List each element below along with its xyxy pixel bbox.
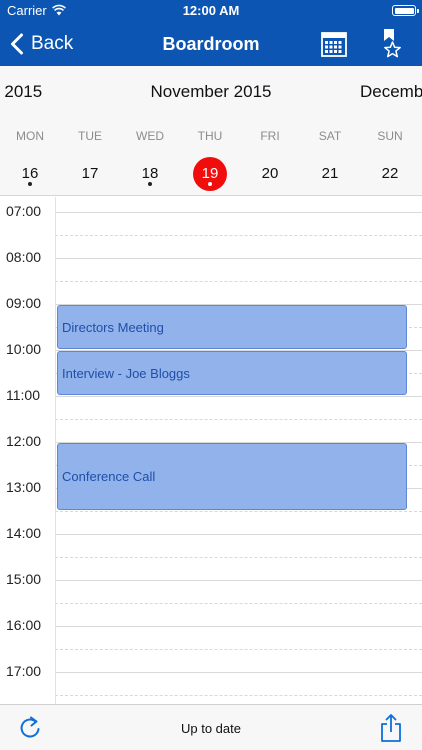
weekday-label: WED (136, 129, 164, 143)
calendar-icon[interactable] (320, 30, 348, 58)
hour-gridline (55, 396, 422, 397)
day-cell[interactable]: 21 (300, 157, 360, 193)
hour-gridline (55, 534, 422, 535)
day-timeline[interactable]: 07:00 08:00 09:00 10:00 11:00 12:00 13:00 14:00… (0, 197, 422, 704)
chevron-left-icon (11, 33, 23, 55)
event-title: Conference Call (62, 469, 156, 484)
hour-label: 12:00 (6, 433, 42, 449)
timeline-divider (55, 197, 56, 704)
current-month-label: November 2015 (0, 82, 422, 102)
navigation-bar: Back Boardroom (0, 22, 422, 66)
refresh-icon[interactable] (18, 715, 42, 741)
half-hour-gridline (55, 281, 422, 282)
hour-label: 07:00 (6, 203, 42, 219)
hour-gridline (55, 626, 422, 627)
hour-label: 15:00 (6, 571, 42, 587)
half-hour-gridline (55, 649, 422, 650)
hour-label: 09:00 (6, 295, 42, 311)
weekday-label: THU (197, 129, 223, 143)
weekday-label: SUN (377, 129, 403, 143)
day-number: 21 (321, 165, 339, 182)
hour-gridline (55, 672, 422, 673)
half-hour-gridline (55, 235, 422, 236)
half-hour-gridline (55, 603, 422, 604)
week-header: r 2015 November 2015 December MON 16 TUE 17… (0, 66, 422, 196)
event-title: Interview - Joe Bloggs (62, 365, 190, 381)
previous-month-label[interactable]: r 2015 (0, 82, 42, 102)
event-block[interactable]: Conference Call (57, 443, 407, 510)
battery-icon (392, 5, 419, 16)
half-hour-gridline (55, 511, 422, 512)
day-number: 20 (261, 165, 279, 182)
hour-label: 14:00 (6, 525, 42, 541)
clock: 12:00 AM (182, 3, 240, 18)
half-hour-gridline (55, 695, 422, 696)
current-month-text[interactable]: November 2015 (151, 82, 272, 101)
day-cell[interactable]: 18 (120, 157, 180, 193)
weekday-label: MON (16, 129, 44, 143)
hour-label: 11:00 (6, 387, 40, 403)
event-title: Directors Meeting (62, 319, 164, 335)
day-number: 17 (81, 165, 99, 182)
day-cell[interactable]: 17 (60, 157, 120, 193)
day-cell[interactable]: 20 (240, 157, 300, 193)
bookmark-star-icon[interactable] (376, 27, 402, 59)
day-cell[interactable]: 16 (0, 157, 60, 193)
event-indicator-dot (148, 182, 152, 186)
hour-label: 10:00 (6, 341, 42, 357)
hour-label: 16:00 (6, 617, 42, 633)
hour-gridline (55, 258, 422, 259)
sync-status: Up to date (181, 721, 241, 736)
event-indicator-dot (28, 182, 32, 186)
weekday-label: SAT (318, 129, 342, 143)
day-number: 22 (381, 165, 399, 182)
event-block[interactable]: Interview - Joe Bloggs (57, 351, 407, 395)
weekday-label: FRI (260, 129, 280, 143)
event-block[interactable]: Directors Meeting (57, 305, 407, 349)
share-icon[interactable] (379, 713, 403, 743)
back-label: Back (31, 33, 74, 54)
hour-label: 13:00 (6, 479, 42, 495)
weekday-label: TUE (78, 129, 102, 143)
back-button[interactable]: Back (10, 30, 73, 58)
hour-label: 08:00 (6, 249, 42, 265)
day-cell[interactable]: 22 (360, 157, 420, 193)
bottom-toolbar: Up to date (0, 704, 422, 750)
event-indicator-dot (208, 182, 212, 186)
hour-gridline (55, 580, 422, 581)
next-month-label[interactable]: December (360, 82, 422, 102)
hour-gridline (55, 212, 422, 213)
half-hour-gridline (55, 557, 422, 558)
selected-day[interactable]: 19 (180, 157, 240, 193)
status-bar: Carrier 12:00 AM (0, 0, 422, 22)
hour-label: 17:00 (6, 663, 42, 679)
half-hour-gridline (55, 419, 422, 420)
